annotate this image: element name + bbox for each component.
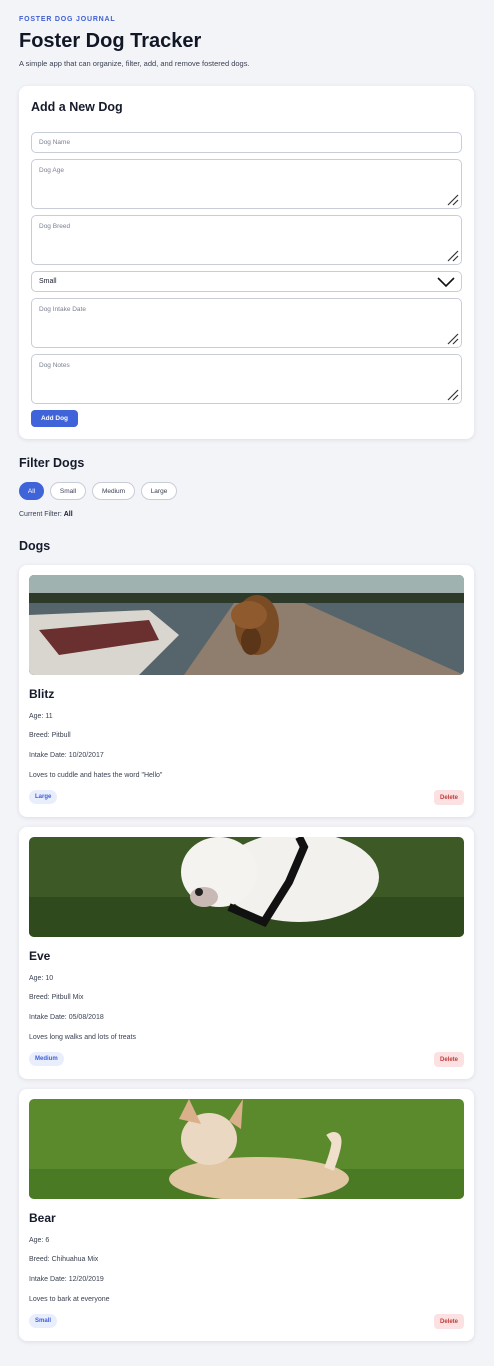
dog-name-input[interactable]: Dog Name xyxy=(31,132,462,153)
add-dog-heading: Add a New Dog xyxy=(31,100,123,114)
dog-age: Age: 6 xyxy=(29,1237,50,1244)
dog-breed: Breed: Pitbull xyxy=(29,732,71,739)
dog-age: Age: 11 xyxy=(29,713,53,720)
app-eyebrow: FOSTER DOG JOURNAL xyxy=(19,16,116,23)
resize-handle-icon[interactable] xyxy=(445,331,459,345)
filter-heading: Filter Dogs xyxy=(19,456,85,470)
filter-all-button[interactable]: All xyxy=(19,482,44,500)
dog-intake-date: Intake Date: 05/08/2018 xyxy=(29,1014,104,1021)
dog-card: Eve Age: 10 Breed: Pitbull Mix Intake Da… xyxy=(19,827,474,1079)
delete-dog-button[interactable]: Delete xyxy=(433,1052,464,1067)
dog-notes: Loves to cuddle and hates the word "Hell… xyxy=(29,772,163,779)
dog-notes: Loves to bark at everyone xyxy=(29,1296,110,1303)
dog-size-select[interactable]: Small xyxy=(31,271,462,292)
resize-handle-icon[interactable] xyxy=(445,387,459,401)
dog-photo xyxy=(29,575,464,675)
filter-medium-button[interactable]: Medium xyxy=(92,482,135,500)
resize-handle-icon[interactable] xyxy=(445,192,459,206)
dog-notes-textarea[interactable]: Dog Notes xyxy=(31,354,462,404)
dog-name: Blitz xyxy=(29,687,55,701)
add-dog-button[interactable]: Add Dog xyxy=(31,410,78,427)
resize-handle-icon[interactable] xyxy=(445,248,459,262)
dog-card: Bear Age: 6 Breed: Chihuahua Mix Intake … xyxy=(19,1089,474,1341)
dogs-heading: Dogs xyxy=(19,539,51,553)
page-title: Foster Dog Tracker xyxy=(19,30,202,52)
dog-size-selected: Small xyxy=(39,278,57,285)
dog-photo xyxy=(29,837,464,937)
dog-intake-date: Intake Date: 10/20/2017 xyxy=(29,752,104,759)
dog-size-badge: Large xyxy=(29,790,58,804)
dog-card: Blitz Age: 11 Breed: Pitbull Intake Date… xyxy=(19,565,474,817)
filter-large-button[interactable]: Large xyxy=(141,482,177,500)
dog-size-badge: Small xyxy=(29,1314,58,1328)
dog-intake-date: Intake Date: 12/20/2019 xyxy=(29,1276,104,1283)
add-dog-card: Add a New Dog Dog Name Dog Age Dog Breed… xyxy=(19,86,474,439)
dog-name: Eve xyxy=(29,949,51,963)
dog-notes: Loves long walks and lots of treats xyxy=(29,1034,137,1041)
dog-age-placeholder: Dog Age xyxy=(39,167,64,174)
delete-dog-button[interactable]: Delete xyxy=(433,1314,464,1329)
page-subtitle: A simple app that can organize, filter, … xyxy=(19,59,250,68)
dog-name-placeholder: Dog Name xyxy=(39,139,71,146)
filter-small-button[interactable]: Small xyxy=(50,482,86,500)
dog-breed-textarea[interactable]: Dog Breed xyxy=(31,215,462,265)
dog-breed-placeholder: Dog Breed xyxy=(39,223,71,230)
delete-dog-button[interactable]: Delete xyxy=(433,790,464,805)
current-filter-text: Current Filter: All xyxy=(19,511,73,518)
dog-breed: Breed: Chihuahua Mix xyxy=(29,1256,99,1263)
dog-photo xyxy=(29,1099,464,1199)
dog-name: Bear xyxy=(29,1211,56,1225)
chevron-down-icon xyxy=(437,277,455,288)
current-filter-label: Current Filter: xyxy=(19,511,62,518)
dog-notes-placeholder: Dog Notes xyxy=(39,362,70,369)
dog-size-badge: Medium xyxy=(29,1052,64,1066)
dog-age-textarea[interactable]: Dog Age xyxy=(31,159,462,209)
dog-intake-placeholder: Dog Intake Date xyxy=(39,306,86,313)
current-filter-value: All xyxy=(63,511,73,518)
dog-intake-textarea[interactable]: Dog Intake Date xyxy=(31,298,462,348)
dog-age: Age: 10 xyxy=(29,975,54,982)
dog-breed: Breed: Pitbull Mix xyxy=(29,994,84,1001)
